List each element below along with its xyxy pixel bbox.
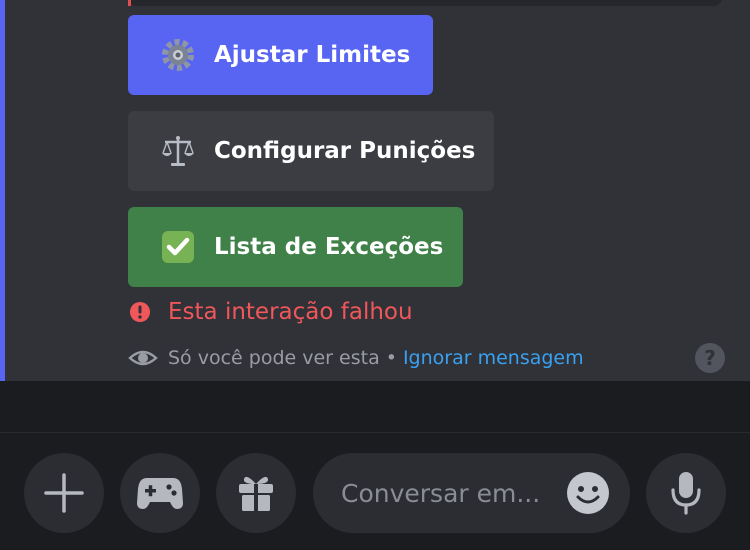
activities-button[interactable] [120,453,200,533]
highlight-accent-bar [0,0,5,381]
gamepad-icon [137,478,183,509]
plus-icon [44,473,84,513]
adjust-limits-button[interactable]: Ajustar Limites [128,15,433,95]
microphone-icon [671,472,701,515]
voice-message-button[interactable] [646,453,726,533]
message-area: Ajustar Limites Configurar Punições List… [0,0,750,381]
check-mark-icon [160,229,196,265]
gear-icon [160,37,196,73]
interaction-failed-status: Esta interação falhou [128,299,413,325]
error-text: Esta interação falhou [168,299,413,325]
exceptions-list-button[interactable]: Lista de Exceções [128,207,463,287]
separator-dot: • [385,347,397,369]
adjust-limits-label: Ajustar Limites [214,42,411,68]
configure-punishments-button[interactable]: Configurar Punições [128,111,494,191]
gift-icon [239,476,273,511]
exceptions-list-label: Lista de Exceções [214,234,444,260]
message-input-placeholder: Conversar em... [341,478,541,508]
emoji-picker-icon[interactable] [566,471,610,515]
dismiss-message-link[interactable]: Ignorar mensagem [403,347,584,369]
configure-punishments-label: Configurar Punições [214,138,476,164]
composer-divider [0,432,750,433]
ephemeral-text: Só você pode ver esta [168,347,380,369]
help-icon[interactable]: ? [695,343,725,373]
eye-icon [128,343,158,373]
gift-button[interactable] [216,453,296,533]
balance-scale-icon [160,133,196,169]
embed-bottom-edge [128,0,722,6]
embed-color-tick [128,0,131,6]
ephemeral-notice: Só você pode ver esta • Ignorar mensagem [128,343,584,373]
add-attachment-button[interactable] [24,453,104,533]
message-input[interactable]: Conversar em... [313,453,630,533]
error-icon [128,300,152,324]
